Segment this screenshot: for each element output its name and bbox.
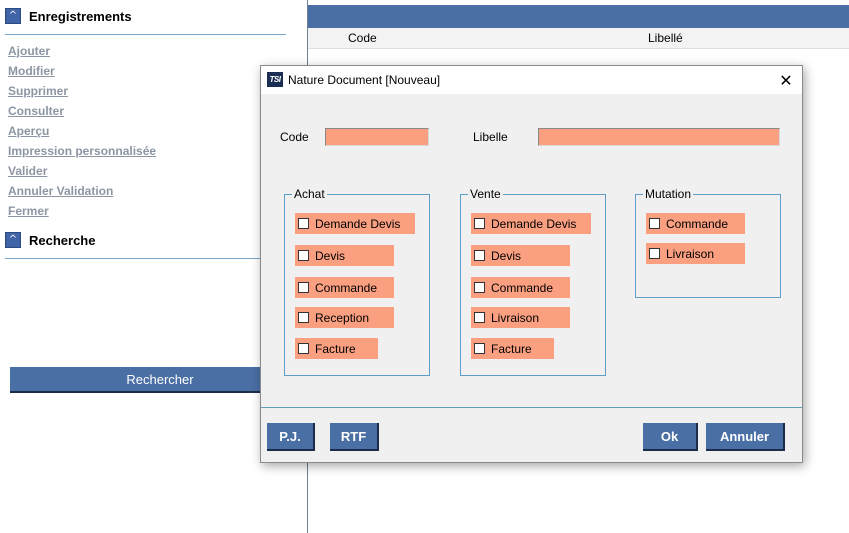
checkbox-label: Commande <box>315 280 378 295</box>
mutation-commande-checkbox[interactable]: Commande <box>646 213 745 234</box>
achat-devis-checkbox[interactable]: Devis <box>295 245 394 266</box>
close-icon[interactable]: ✕ <box>776 70 796 90</box>
grid-header-bar <box>308 5 849 28</box>
libelle-input[interactable] <box>538 128 780 146</box>
vente-commande-checkbox[interactable]: Commande <box>471 277 570 298</box>
checkbox-label: Reception <box>315 310 370 325</box>
checkbox-box[interactable] <box>298 343 309 354</box>
collapse-caret-icon[interactable]: ^ <box>5 8 21 24</box>
checkbox-label: Devis <box>491 248 522 263</box>
achat-reception-checkbox[interactable]: Reception <box>295 307 394 328</box>
footer-divider <box>261 407 802 408</box>
attachment-button[interactable]: P.J. <box>267 423 315 451</box>
dialog-titlebar[interactable]: TSI Nature Document [Nouveau] ✕ <box>261 66 802 94</box>
achat-demande-devis-checkbox[interactable]: Demande Devis <box>295 213 415 234</box>
menu-fermer-link[interactable]: Fermer <box>8 204 49 218</box>
checkbox-label: Livraison <box>491 310 540 325</box>
records-menu: Ajouter Modifier Supprimer Consulter Ape… <box>8 44 156 224</box>
vente-facture-checkbox[interactable]: Facture <box>471 338 554 359</box>
menu-modifier-link[interactable]: Modifier <box>8 64 55 78</box>
search-section-header[interactable]: ^ Recherche <box>5 230 95 250</box>
vente-devis-checkbox[interactable]: Devis <box>471 245 570 266</box>
checkbox-box[interactable] <box>474 218 485 229</box>
checkbox-box[interactable] <box>298 218 309 229</box>
checkbox-label: Commande <box>491 280 554 295</box>
mutation-group-title: Mutation <box>645 187 692 201</box>
vente-demande-devis-checkbox[interactable]: Demande Devis <box>471 213 591 234</box>
ok-button[interactable]: Ok <box>643 423 698 451</box>
checkbox-box[interactable] <box>298 250 309 261</box>
records-section-title: Enregistrements <box>29 8 132 24</box>
checkbox-box[interactable] <box>474 343 485 354</box>
checkbox-label: Demande Devis <box>315 216 401 231</box>
menu-supprimer-link[interactable]: Supprimer <box>8 84 68 98</box>
code-label: Code <box>280 130 309 144</box>
column-code-header[interactable]: Code <box>348 31 377 45</box>
achat-facture-checkbox[interactable]: Facture <box>295 338 378 359</box>
grid-column-header: Code Libellé <box>308 28 849 49</box>
vente-livraison-checkbox[interactable]: Livraison <box>471 307 570 328</box>
libelle-label: Libelle <box>473 130 508 144</box>
menu-valider-link[interactable]: Valider <box>8 164 47 178</box>
menu-consulter-link[interactable]: Consulter <box>8 104 64 118</box>
menu-annuler-validation-link[interactable]: Annuler Validation <box>8 184 113 198</box>
checkbox-label: Livraison <box>666 246 715 261</box>
dialog-title: Nature Document [Nouveau] <box>288 73 441 87</box>
app-logo-icon: TSI <box>267 72 283 87</box>
menu-apercu-link[interactable]: Aperçu <box>8 124 49 138</box>
checkbox-box[interactable] <box>474 250 485 261</box>
collapse-caret-icon[interactable]: ^ <box>5 232 21 248</box>
checkbox-label: Facture <box>315 341 356 356</box>
checkbox-label: Devis <box>315 248 346 263</box>
vente-group-title: Vente <box>470 187 501 201</box>
menu-ajouter-link[interactable]: Ajouter <box>8 44 50 58</box>
checkbox-box[interactable] <box>649 248 660 259</box>
records-divider <box>5 34 286 35</box>
checkbox-box[interactable] <box>474 282 485 293</box>
mutation-livraison-checkbox[interactable]: Livraison <box>646 243 745 264</box>
records-section-header[interactable]: ^ Enregistrements <box>5 6 132 26</box>
achat-commande-checkbox[interactable]: Commande <box>295 277 394 298</box>
nature-document-dialog: TSI Nature Document [Nouveau] ✕ Code Lib… <box>260 65 803 463</box>
checkbox-label: Commande <box>666 216 729 231</box>
checkbox-box[interactable] <box>298 312 309 323</box>
checkbox-label: Facture <box>491 341 532 356</box>
code-input[interactable] <box>325 128 429 146</box>
cancel-button[interactable]: Annuler <box>706 423 785 451</box>
rtf-button[interactable]: RTF <box>330 423 379 451</box>
checkbox-box[interactable] <box>649 218 660 229</box>
column-libelle-header[interactable]: Libellé <box>648 31 683 45</box>
search-section-title: Recherche <box>29 232 96 248</box>
checkbox-label: Demande Devis <box>491 216 577 231</box>
menu-impression-link[interactable]: Impression personnalisée <box>8 144 156 158</box>
checkbox-box[interactable] <box>474 312 485 323</box>
search-divider <box>5 258 260 259</box>
achat-group-title: Achat <box>294 187 325 201</box>
checkbox-box[interactable] <box>298 282 309 293</box>
